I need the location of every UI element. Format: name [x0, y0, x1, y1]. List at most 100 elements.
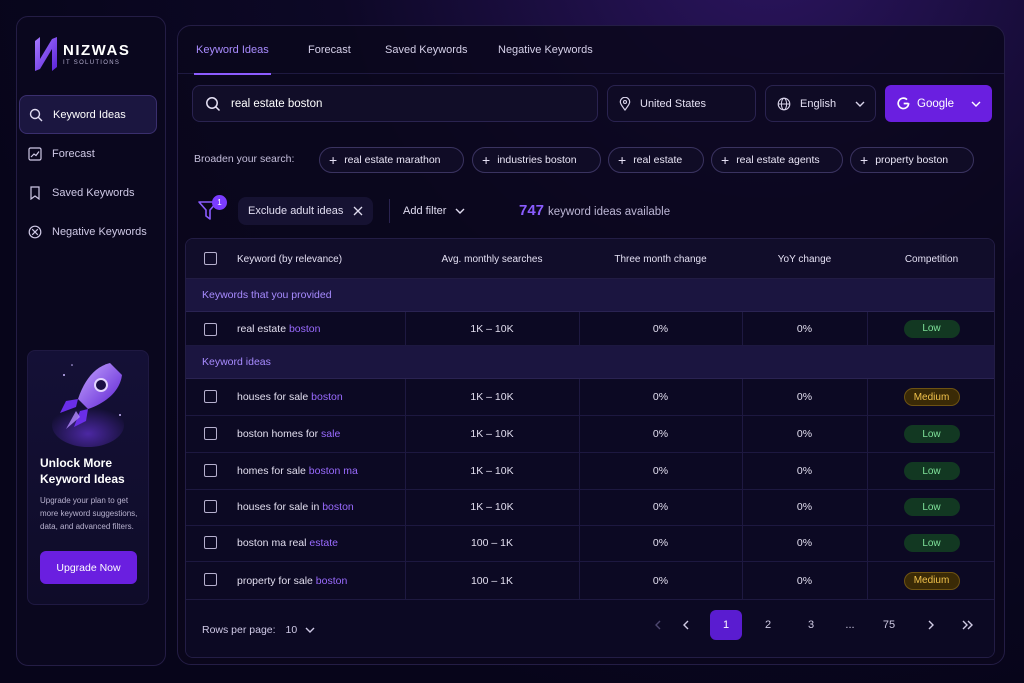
sidebar-item-negative-keywords[interactable]: Negative Keywords — [19, 212, 157, 251]
keyword-cell: houses for sale boston — [237, 379, 343, 415]
page-button[interactable]: 1 — [710, 610, 742, 640]
sidebar-item-label: Forecast — [52, 147, 95, 160]
broaden-chip[interactable]: + real estate — [608, 147, 704, 173]
column-header-keyword[interactable]: Keyword (by relevance) — [237, 239, 342, 279]
searches-cell: 1K – 10K — [470, 391, 514, 403]
keyword-text: boston ma real — [237, 537, 310, 549]
keyword-text: boston homes for — [237, 428, 322, 440]
filter-chip-label: Exclude adult ideas — [248, 205, 344, 217]
chip-label: industries boston — [497, 154, 577, 166]
table-row[interactable]: real estate boston 1K – 10K 0% 0% Low — [186, 312, 994, 346]
search-input[interactable]: real estate boston — [192, 85, 598, 122]
column-header-searches[interactable]: Avg. monthly searches — [405, 239, 579, 279]
search-icon — [29, 108, 43, 121]
exclude-adult-filter-chip[interactable]: Exclude adult ideas — [238, 197, 374, 225]
table-row[interactable]: homes for sale boston ma 1K – 10K 0% 0% Low — [186, 453, 994, 490]
sidebar-item-saved-keywords[interactable]: Saved Keywords — [19, 173, 157, 212]
sidebar-item-keyword-ideas[interactable]: Keyword Ideas — [19, 95, 157, 134]
yoy-cell: 0% — [796, 322, 813, 335]
upgrade-promo-card: Unlock More Keyword Ideas Upgrade your p… — [27, 350, 149, 605]
tab-saved-keywords[interactable]: Saved Keywords — [385, 26, 468, 74]
block-icon — [28, 225, 42, 238]
select-all-checkbox[interactable] — [204, 252, 217, 265]
table-row[interactable]: boston homes for sale 1K – 10K 0% 0% Low — [186, 416, 994, 453]
column-header-yoy[interactable]: YoY change — [742, 239, 867, 279]
searches-cell: 100 – 1K — [470, 537, 514, 549]
row-checkbox[interactable] — [204, 573, 217, 586]
chevron-down-icon — [305, 627, 315, 633]
add-filter-button[interactable]: Add filter — [403, 205, 465, 217]
chevron-down-icon — [855, 101, 865, 107]
table-row[interactable]: boston ma real estate 100 – 1K 0% 0% Low — [186, 525, 994, 562]
location-select[interactable]: United States — [607, 85, 756, 122]
table-row[interactable]: houses for sale in boston 1K – 10K 0% 0% Low — [186, 489, 994, 526]
upgrade-now-button[interactable]: Upgrade Now — [40, 551, 137, 584]
row-checkbox[interactable] — [204, 464, 217, 477]
table-row[interactable]: property for sale boston 100 – 1K 0% 0% Medi… — [186, 562, 994, 599]
sidebar-item-label: Keyword Ideas — [53, 108, 126, 121]
filter-count-badge: 1 — [212, 195, 227, 210]
keyword-cell: real estate boston — [237, 312, 320, 345]
language-select[interactable]: English — [765, 85, 876, 122]
competition-cell: Low — [867, 453, 994, 489]
keyword-highlight: boston — [288, 322, 321, 335]
yoy-cell: 0% — [796, 391, 813, 403]
competition-cell: Medium — [867, 379, 994, 415]
row-checkbox[interactable] — [204, 323, 217, 336]
row-checkbox[interactable] — [204, 390, 217, 403]
yoy-cell: 0% — [796, 428, 813, 440]
competition-badge: Low — [903, 462, 960, 480]
searches-cell: 1K – 10K — [470, 465, 514, 477]
keyword-text: houses for sale in — [237, 501, 323, 513]
brand-tagline: IT SOLUTIONS — [63, 59, 121, 66]
tab-forecast[interactable]: Forecast — [308, 26, 351, 74]
prev-page-button[interactable] — [670, 610, 702, 640]
broaden-chip[interactable]: + real estate marathon — [319, 147, 464, 173]
location-pin-icon — [619, 96, 631, 111]
keyword-highlight: boston ma — [308, 465, 358, 477]
brand-logo[interactable]: NIZWAS IT SOLUTIONS — [33, 35, 130, 73]
competition-cell: Low — [867, 525, 994, 561]
row-checkbox[interactable] — [204, 536, 217, 549]
page-button[interactable]: 3 — [795, 610, 827, 640]
chip-label: real estate — [633, 154, 683, 166]
rows-per-page-select[interactable]: 10 — [286, 624, 316, 636]
row-checkbox[interactable] — [204, 500, 217, 513]
rows-per-page-value: 10 — [285, 624, 298, 636]
tab-negative-keywords[interactable]: Negative Keywords — [498, 26, 593, 74]
broaden-chip[interactable]: + property boston — [850, 147, 974, 173]
chevron-down-icon — [971, 101, 981, 107]
column-header-competition[interactable]: Competition — [867, 239, 994, 279]
column-header-three-month[interactable]: Three month change — [579, 239, 742, 279]
broaden-chip[interactable]: + industries boston — [472, 147, 601, 173]
keyword-table: Keyword (by relevance) Avg. monthly sear… — [185, 238, 995, 658]
page-button[interactable]: 2 — [752, 610, 784, 640]
table-row[interactable]: houses for sale boston 1K – 10K 0% 0% Medium — [186, 379, 994, 416]
competition-badge: Low — [903, 425, 960, 443]
keyword-text: houses for sale — [237, 391, 312, 403]
sidebar-item-forecast[interactable]: Forecast — [19, 134, 157, 173]
page-button[interactable]: 75 — [873, 610, 905, 640]
row-checkbox[interactable] — [204, 427, 217, 440]
three-month-cell: 0% — [652, 537, 669, 549]
search-icon — [206, 96, 221, 111]
tab-keyword-ideas[interactable]: Keyword Ideas — [194, 26, 271, 75]
competition-badge: Medium — [903, 388, 960, 406]
last-page-button[interactable] — [952, 610, 984, 640]
plus-icon: + — [482, 152, 491, 168]
search-engine-select[interactable]: Google — [885, 85, 992, 122]
plus-icon: + — [329, 152, 338, 168]
yoy-cell: 0% — [796, 537, 813, 549]
google-icon — [897, 97, 910, 110]
search-value: real estate boston — [231, 97, 323, 110]
next-page-button[interactable] — [915, 610, 947, 640]
keyword-cell: boston ma real estate — [237, 525, 338, 561]
bookmark-icon — [30, 185, 40, 200]
close-icon[interactable] — [353, 206, 363, 216]
chip-label: real estate marathon — [344, 154, 441, 166]
broaden-chip[interactable]: + real estate agents — [711, 147, 843, 173]
keyword-highlight: estate — [309, 537, 338, 549]
logo-mark-icon — [35, 37, 57, 71]
three-month-cell: 0% — [652, 501, 669, 513]
globe-icon — [777, 97, 791, 110]
